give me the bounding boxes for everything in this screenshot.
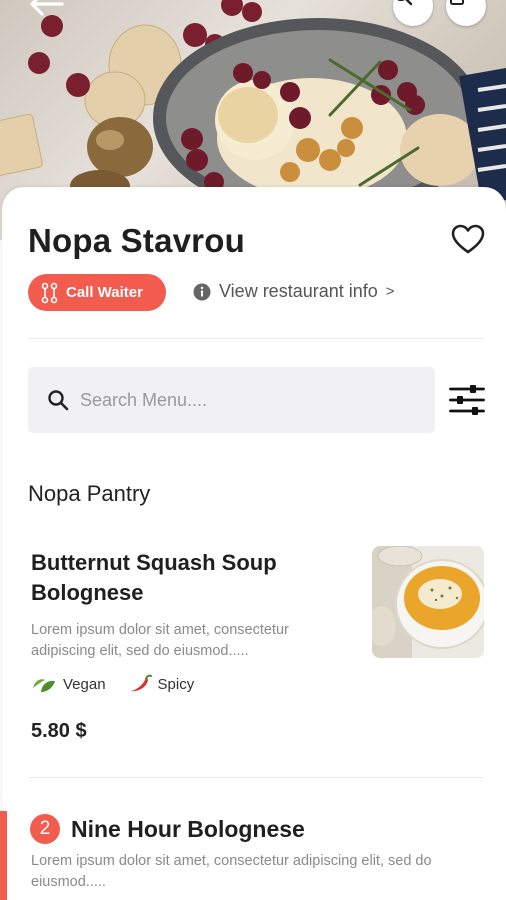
menu-item-description-line: adipiscing elit, sed do eiusmod..... [31,643,249,659]
favorite-button[interactable] [451,224,485,256]
leaf-icon [33,679,55,692]
back-button[interactable] [26,0,66,20]
menu-section-title: Nopa Pantry [28,481,151,506]
info-icon [193,283,211,300]
menu-item-price: 5.80 $ [31,720,87,742]
view-restaurant-info-label: View restaurant info [219,281,378,301]
menu-item-name-line: Bolognese [31,580,144,605]
restaurant-name: Nopa Stavrou [28,222,245,259]
arrow-left-icon [30,0,64,16]
chili-pepper-icon [130,674,152,692]
menu-item-description: Lorem ipsum dolor sit amet, consectetur … [31,620,289,662]
bell-service-icon [41,282,58,303]
tag-label: Vegan [63,675,106,693]
call-waiter-button[interactable]: Call Waiter [28,274,166,311]
menu-item-name[interactable]: Butternut Squash Soup Bolognese [31,548,277,608]
item-count-badge: 2 [30,814,60,844]
search-icon [397,0,413,6]
divider [28,338,484,339]
search-menu-box[interactable] [28,367,435,433]
menu-item-description-line: eiusmod..... [31,874,106,890]
view-restaurant-info-link[interactable]: View restaurant info > [193,281,395,302]
search-icon [48,390,69,411]
search-menu-input[interactable] [80,389,380,411]
tag-spicy: Spicy [126,674,195,694]
menu-item-image[interactable] [372,546,484,658]
chef-hat-icon [450,0,464,5]
filter-button[interactable] [449,384,485,416]
selected-item-indicator [0,811,7,900]
tag-vegan: Vegan [31,674,106,694]
menu-item-name-line: Butternut Squash Soup [31,550,277,575]
soup-bowl-photo [372,546,484,658]
call-waiter-label: Call Waiter [66,284,143,301]
dietary-tags: Vegan Spicy [31,674,214,694]
divider [28,777,484,778]
menu-item-description-line: Lorem ipsum dolor sit amet, consectetur … [31,853,432,869]
menu-item-name[interactable]: Nine Hour Bolognese [71,814,305,844]
heart-outline-icon [451,224,485,254]
menu-item-description-line: Lorem ipsum dolor sit amet, consectetur [31,622,289,638]
tag-label: Spicy [157,675,195,693]
sliders-filter-icon [449,385,485,415]
chevron-right-icon: > [385,283,395,300]
menu-item-description: Lorem ipsum dolor sit amet, consectetur … [31,851,432,893]
